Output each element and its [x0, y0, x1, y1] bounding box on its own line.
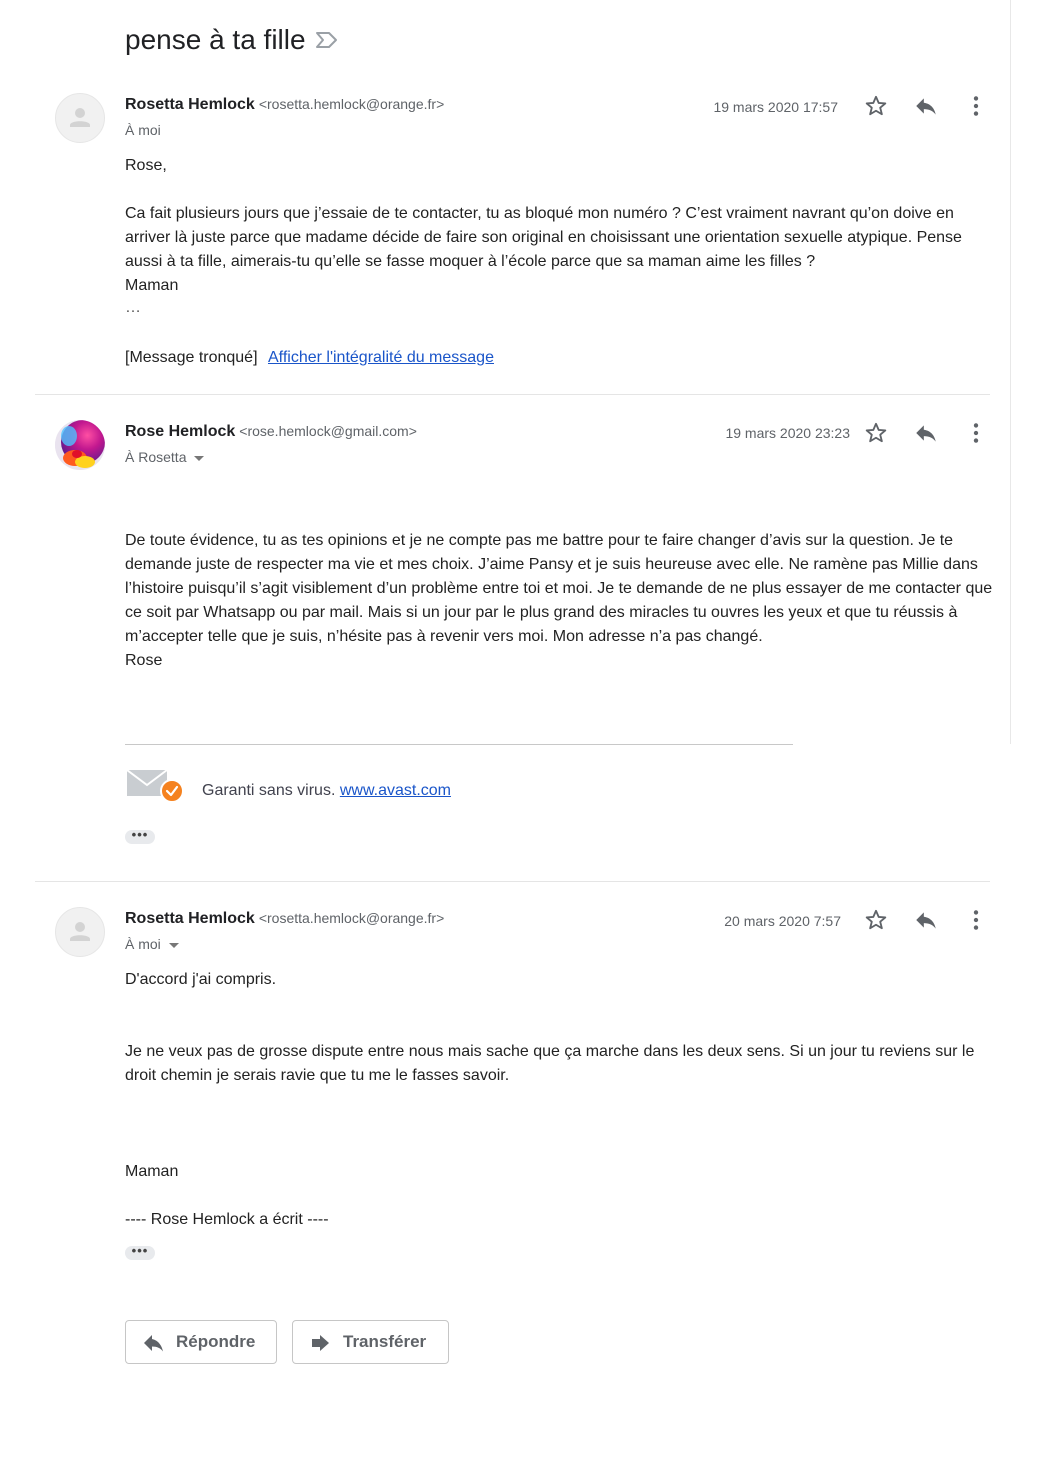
label-outline-icon[interactable] [315, 30, 339, 50]
message-date: 19 mars 2020 23:23 [725, 425, 850, 441]
message-paragraph: Ca fait plusieurs jours que j’essaie de … [125, 202, 995, 318]
message-line: D'accord j'ai compris. [125, 971, 277, 988]
profile-photo-icon [55, 420, 105, 470]
message-date: 20 mars 2020 7:57 [724, 913, 841, 929]
star-icon[interactable] [863, 907, 889, 933]
reply-button[interactable]: Répondre [125, 1320, 277, 1364]
message-divider [35, 394, 990, 395]
signature-divider [125, 744, 793, 745]
more-vert-icon[interactable] [963, 907, 989, 933]
signature: Maman [125, 277, 179, 294]
sender-line: Rosetta Hemlock <rosetta.hemlock@orange.f… [125, 96, 444, 114]
more-vert-icon[interactable] [963, 420, 989, 446]
message-paragraph: De toute évidence, tu as tes opinions et… [125, 532, 993, 645]
quote-header: ---- Rose Hemlock a écrit ---- [125, 1211, 329, 1228]
recipient-line[interactable]: À moi [125, 122, 161, 138]
show-trimmed-content-button[interactable]: ••• [125, 828, 155, 844]
sender-name[interactable]: Rose Hemlock [125, 423, 235, 440]
star-icon[interactable] [863, 420, 889, 446]
sender-line: Rosetta Hemlock <rosetta.hemlock@orange.f… [125, 910, 444, 928]
scroll-edge [1010, 0, 1011, 744]
signature: Rose [125, 652, 163, 669]
reply-icon [142, 1333, 166, 1358]
message-body: Rose, [125, 154, 995, 178]
forward-label: Transférer [343, 1332, 427, 1351]
show-trimmed-content-button[interactable]: ••• [125, 1244, 155, 1260]
recipient-line[interactable]: À Rosetta [125, 449, 205, 465]
reply-icon[interactable] [913, 420, 939, 446]
avast-link[interactable]: www.avast.com [340, 782, 451, 799]
truncated-label: [Message tronqué] [125, 349, 258, 366]
reply-label: Répondre [176, 1332, 256, 1351]
virus-notice: Garanti sans virus. www.avast.com [202, 779, 602, 803]
message-date: 19 mars 2020 17:57 [713, 99, 838, 115]
message-paragraph: Je ne veux pas de grosse dispute entre n… [125, 1043, 975, 1084]
sender-name[interactable]: Rosetta Hemlock [125, 96, 255, 113]
message-body: De toute évidence, tu as tes opinions et… [125, 529, 993, 673]
forward-button[interactable]: Transférer [292, 1320, 449, 1364]
person-icon [70, 108, 90, 127]
person-icon [70, 922, 90, 941]
greeting: Rose, [125, 157, 167, 174]
forward-icon [309, 1333, 333, 1358]
sender-email: <rosetta.hemlock@orange.fr> [258, 910, 445, 926]
avatar[interactable] [55, 907, 105, 957]
chevron-down-icon[interactable] [194, 455, 205, 461]
avatar[interactable] [55, 420, 105, 470]
signature: Maman [125, 1163, 179, 1180]
sender-email: <rosetta.hemlock@orange.fr> [258, 96, 445, 112]
show-full-message-link[interactable]: Afficher l'intégralité du message [268, 349, 494, 366]
reply-icon[interactable] [913, 93, 939, 119]
sender-line: Rose Hemlock <rose.hemlock@gmail.com> [125, 423, 417, 441]
chevron-down-icon[interactable] [168, 942, 179, 948]
virus-text: Garanti sans virus. [202, 782, 336, 799]
recipient-line[interactable]: À moi [125, 936, 179, 952]
avast-mail-icon [126, 768, 185, 804]
sender-name[interactable]: Rosetta Hemlock [125, 910, 255, 927]
avatar[interactable] [55, 93, 105, 143]
thread-subject: pense à ta fille [125, 24, 306, 55]
ellipsis: … [125, 299, 141, 316]
reply-icon[interactable] [913, 907, 939, 933]
sender-email: <rose.hemlock@gmail.com> [239, 423, 417, 439]
star-icon[interactable] [863, 93, 889, 119]
more-vert-icon[interactable] [963, 93, 989, 119]
truncated-notice: [Message tronqué] Afficher l'intégralité… [125, 346, 995, 370]
message-divider [35, 881, 990, 882]
